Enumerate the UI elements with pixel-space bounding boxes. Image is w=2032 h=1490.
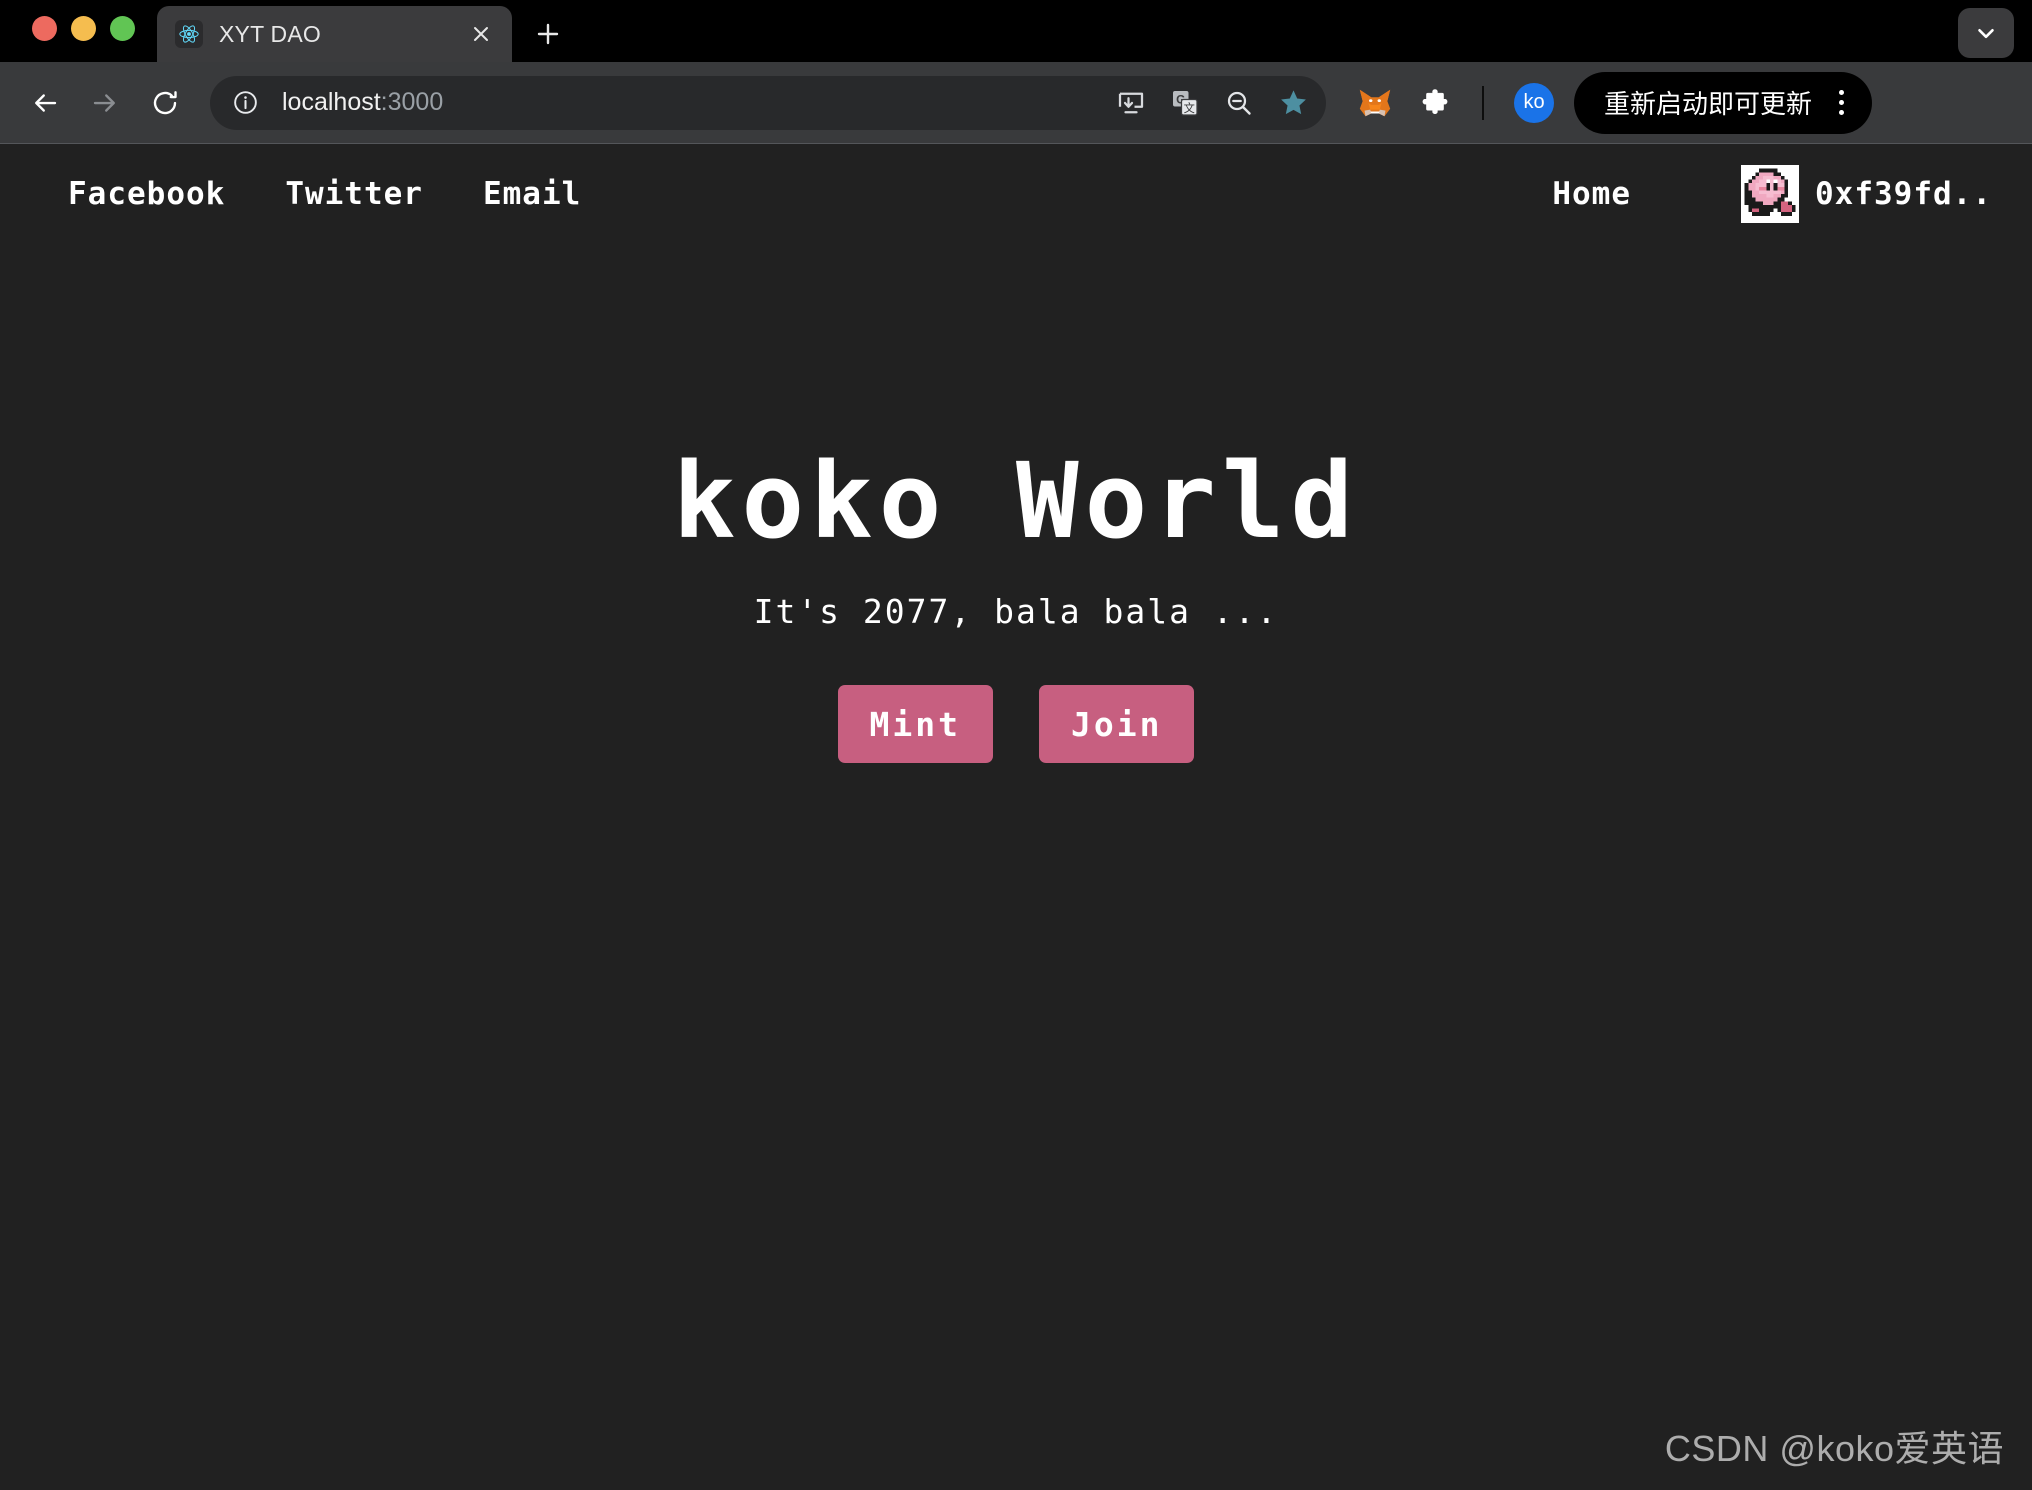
avatar[interactable]: ko — [1514, 82, 1554, 123]
chevron-down-icon[interactable] — [1958, 8, 2014, 58]
back-arrow-icon[interactable] — [18, 76, 72, 130]
site-nav-links: Facebook Twitter Email — [68, 176, 581, 212]
tab-strip: XYT DAO — [0, 0, 2032, 62]
mint-button[interactable]: Mint — [837, 685, 993, 764]
wallet-chip[interactable]: 0xf39fd.. — [1741, 165, 1992, 223]
update-label: 重新启动即可更新 — [1604, 89, 1813, 119]
watermark: CSDN @koko爱英语 — [1664, 1428, 2004, 1469]
url-port: :3000 — [380, 88, 444, 116]
reload-icon[interactable] — [138, 76, 192, 130]
metamask-fox-icon[interactable] — [1348, 76, 1402, 130]
omnibox-actions: G 文 — [1106, 78, 1318, 128]
address-bar[interactable]: localhost:3000 G 文 — [210, 75, 1326, 130]
react-icon — [175, 20, 203, 48]
window-minimize-button[interactable] — [71, 15, 96, 41]
join-button[interactable]: Join — [1039, 685, 1195, 764]
svg-text:文: 文 — [1184, 100, 1195, 114]
page-subtitle: It's 2077, bala bala ... — [753, 592, 1279, 632]
kirby-pixel-avatar — [1741, 165, 1800, 223]
install-app-icon[interactable] — [1106, 78, 1156, 128]
three-dot-menu-icon[interactable] — [1824, 83, 1858, 123]
nav-link-twitter[interactable]: Twitter — [285, 176, 423, 212]
hero-section: koko World It's 2077, bala bala ... Mint… — [0, 440, 2032, 764]
browser-window: XYT DAO localhost:3000 G 文 ko 重新启动即可更新 F… — [0, 0, 2032, 1490]
zoom-out-icon[interactable] — [1214, 78, 1264, 128]
star-icon[interactable] — [1268, 78, 1318, 128]
nav-link-facebook[interactable]: Facebook — [68, 176, 225, 212]
wallet-address: 0xf39fd.. — [1815, 176, 1992, 212]
puzzle-piece-icon[interactable] — [1408, 76, 1462, 130]
browser-toolbar: localhost:3000 G 文 ko 重新启动即可更新 — [0, 62, 2032, 144]
page-viewport: Facebook Twitter Email Home 0xf39fd.. ko… — [0, 144, 2032, 1490]
site-navbar: Facebook Twitter Email Home 0xf39fd.. — [0, 144, 2032, 244]
forward-arrow-icon — [78, 76, 132, 130]
url-host: localhost — [282, 88, 381, 116]
browser-tab[interactable]: XYT DAO — [157, 6, 512, 62]
google-translate-icon[interactable]: G 文 — [1160, 78, 1210, 128]
page-title: koko World — [672, 440, 1360, 562]
close-icon[interactable] — [466, 19, 496, 49]
window-close-button[interactable] — [32, 15, 57, 41]
toolbar-divider — [1482, 85, 1484, 120]
site-nav-right: Home 0xf39fd.. — [1552, 165, 1992, 223]
hero-actions: Mint Join — [837, 685, 1195, 764]
nav-link-home[interactable]: Home — [1552, 176, 1631, 212]
update-available-button[interactable]: 重新启动即可更新 — [1574, 71, 1873, 134]
info-circle-icon[interactable] — [224, 82, 266, 124]
new-tab-button[interactable] — [522, 8, 574, 60]
nav-link-email[interactable]: Email — [483, 176, 581, 212]
window-traffic-lights — [22, 0, 157, 62]
url-text[interactable]: localhost:3000 — [282, 88, 1106, 117]
tab-title: XYT DAO — [219, 20, 321, 47]
window-maximize-button[interactable] — [110, 15, 135, 41]
